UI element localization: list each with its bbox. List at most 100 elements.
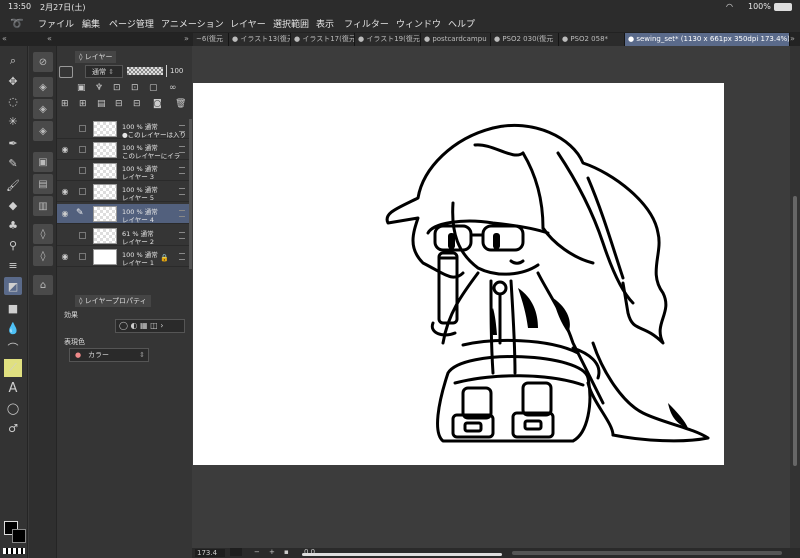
expand-icon[interactable]: » — [184, 34, 189, 43]
drag-handle-icon[interactable] — [179, 125, 185, 132]
fill-tool-icon[interactable]: ■ — [4, 299, 22, 317]
tab-doc-7[interactable]: ● PSO2 058* — [559, 33, 625, 46]
eye-icon[interactable]: ◉ — [60, 145, 70, 155]
magic-wand-icon[interactable]: ✳ — [4, 112, 22, 130]
layer-lock-box[interactable] — [79, 253, 86, 260]
visibility-toggle[interactable] — [60, 166, 70, 176]
material-panel-icon[interactable]: ◊ — [33, 246, 53, 266]
opacity-value[interactable]: 100 — [170, 67, 183, 75]
eye-icon[interactable]: ◉ — [60, 209, 70, 219]
menu-filter[interactable]: フィルター — [344, 17, 389, 30]
zoom-stepper[interactable] — [230, 548, 242, 556]
layer-row[interactable]: ◉ 100 % 通常 このレイヤーにイラ — [57, 140, 189, 160]
vertical-scrollbar[interactable] — [790, 46, 800, 548]
visibility-toggle[interactable] — [60, 124, 70, 134]
layer-row-selected[interactable]: ◉ ✎ 100 % 通常 レイヤー 4 — [57, 204, 189, 224]
blend-tool-icon[interactable]: 💧 — [4, 319, 22, 337]
eye-icon[interactable]: ◉ — [60, 252, 70, 262]
menu-selection[interactable]: 選択範囲 — [273, 17, 309, 30]
layer-row[interactable]: ◉ 100 % 通常 レイヤー 5 — [57, 182, 189, 202]
ruler-tool-icon[interactable]: ≡ — [4, 256, 22, 274]
chevron-icon[interactable]: › — [160, 321, 163, 330]
horizontal-scrollbar[interactable] — [512, 551, 782, 555]
combine-icon[interactable]: ⊟ — [133, 99, 141, 109]
sub-tool-icon-2[interactable]: ◈ — [33, 77, 53, 97]
scroll-thumb[interactable] — [793, 196, 797, 466]
extract-line-icon[interactable]: ◐ — [131, 321, 138, 330]
frame-tool-icon[interactable]: ⌒ — [4, 339, 22, 357]
drag-handle-icon[interactable] — [179, 146, 185, 153]
opacity-slider-thumb[interactable] — [166, 65, 167, 77]
eraser-tool-icon[interactable]: ◩ — [4, 277, 22, 295]
drag-handle-icon[interactable] — [179, 188, 185, 195]
menu-help[interactable]: ヘルプ — [448, 17, 475, 30]
drawing-canvas[interactable] — [193, 83, 724, 465]
sub-tool-icon-6[interactable]: ▤ — [33, 174, 53, 194]
sub-tool-icon-3[interactable]: ◈ — [33, 99, 53, 119]
border-effect-icon[interactable]: ◯ — [119, 321, 128, 330]
sub-color-swatch[interactable] — [12, 529, 26, 543]
text-tool-icon[interactable]: A — [4, 379, 22, 397]
tab-doc-5[interactable]: ● postcardcampu — [421, 33, 491, 46]
menu-animation[interactable]: アニメーション — [161, 17, 224, 30]
menu-file[interactable]: ファイル — [38, 17, 74, 30]
layer-mask-create-icon[interactable]: ◙ — [153, 99, 162, 109]
tone-icon[interactable]: ▦ — [140, 321, 148, 330]
layer-color-icon[interactable] — [59, 66, 73, 78]
drag-handle-icon[interactable] — [179, 253, 185, 260]
brush-tool-icon[interactable]: 🖌 — [4, 176, 22, 194]
balloon-tool-icon[interactable]: ◯ — [4, 399, 22, 417]
tab-more-icon[interactable]: » — [790, 34, 795, 43]
tab-doc-active[interactable]: ● sewing_set* (1130 x 661px 350dpi 173.4… — [625, 33, 790, 46]
eye-icon[interactable]: ◉ — [60, 187, 70, 197]
collapse-icon[interactable]: « — [47, 34, 52, 43]
navigator-panel-icon[interactable]: ⌂ — [33, 275, 53, 295]
expression-color-select[interactable]: ● カラー ⇕ — [69, 348, 149, 362]
trash-icon[interactable]: 🗑 — [175, 99, 186, 109]
layer-lock-box[interactable] — [79, 146, 86, 153]
layer-lock-box[interactable] — [79, 167, 86, 174]
menu-edit[interactable]: 編集 — [82, 17, 100, 30]
new-raster-layer-icon[interactable]: ⊞ — [61, 99, 69, 109]
fit-icon[interactable]: ▪ — [284, 548, 289, 556]
transparent-color-toggle[interactable] — [3, 548, 25, 554]
menu-page[interactable]: ページ管理 — [109, 17, 154, 30]
zoom-tool-icon[interactable]: ⌕ — [4, 52, 22, 70]
sub-tool-icon-1[interactable]: ⊘ — [33, 52, 53, 72]
move-tool-icon[interactable]: ✥ — [4, 72, 22, 90]
gradient-tool-icon[interactable]: ⟋ — [4, 359, 22, 377]
mask-link-icon[interactable]: ∞ — [169, 83, 177, 93]
layer-property-tab[interactable]: ◊ レイヤープロパティ — [75, 295, 151, 307]
tab-doc-1[interactable]: ~6(復元 — [193, 33, 229, 46]
decoration-tool-icon[interactable]: ♣ — [4, 216, 22, 234]
sub-tool-icon-4[interactable]: ◈ — [33, 121, 53, 141]
layer-row[interactable]: 100 % 通常 ●このレイヤーは入り — [57, 119, 189, 139]
zoom-field[interactable]: 173.4 — [195, 549, 225, 557]
sub-tool-icon-5[interactable]: ▣ — [33, 152, 53, 172]
tab-doc-4[interactable]: ● イラスト19(復元 — [355, 33, 421, 46]
layer-lock-box[interactable] — [79, 232, 86, 239]
lock-alpha-icon[interactable]: ⊡ — [131, 83, 139, 93]
visibility-toggle[interactable] — [60, 231, 70, 241]
layer-lock-box[interactable] — [79, 188, 86, 195]
eyedropper-icon[interactable]: ⚲ — [4, 236, 22, 254]
pen-tool-icon[interactable]: ✒ — [4, 134, 22, 152]
drag-handle-icon[interactable] — [179, 167, 185, 174]
drag-handle-icon[interactable] — [179, 210, 185, 217]
layer-row[interactable]: 61 % 通常 レイヤー 2 — [57, 226, 189, 246]
blend-mode-select[interactable]: 通常 ⇕ — [85, 65, 123, 78]
layer-row[interactable]: 100 % 通常 レイヤー 3 — [57, 161, 189, 181]
lasso-tool-icon[interactable]: ◌ — [4, 92, 22, 110]
zoom-in-icon[interactable]: + — [269, 548, 275, 556]
clip-icon[interactable]: ▣ — [77, 83, 86, 93]
correction-tool-icon[interactable]: ♂ — [4, 419, 22, 437]
collapse-left-icon[interactable]: « — [2, 34, 7, 43]
new-vector-layer-icon[interactable]: ⊞ — [79, 99, 87, 109]
tab-doc-6[interactable]: ● PSO2 030(復元 — [491, 33, 559, 46]
menu-window[interactable]: ウィンドウ — [396, 17, 441, 30]
mask-icon[interactable]: ▢ — [149, 83, 158, 93]
layer-row[interactable]: ◉ 100 % 通常 レイヤー 1 🔒 — [57, 247, 189, 267]
lock-icon[interactable]: ⊡ — [113, 83, 121, 93]
tab-doc-3[interactable]: ● イラスト17(復元 — [291, 33, 355, 46]
ref-layer-icon[interactable]: ♆ — [95, 83, 103, 93]
